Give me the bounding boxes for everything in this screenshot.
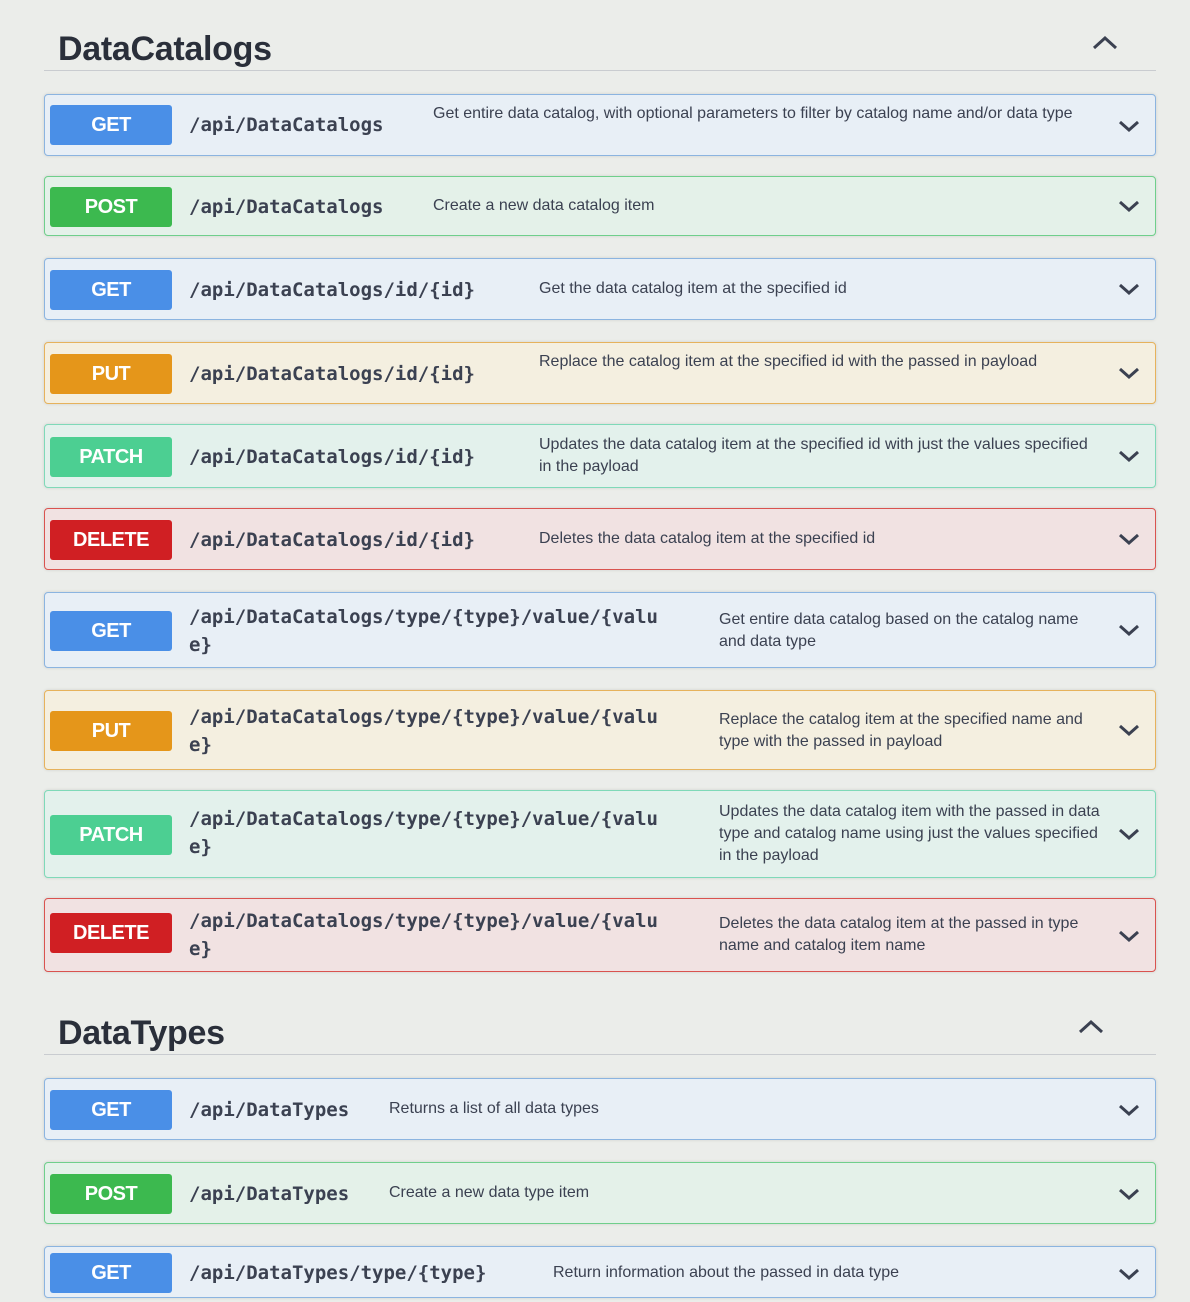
operation-description: Replace the catalog item at the specifie… [539, 353, 1038, 370]
operation-get-datatypes[interactable]: GET /api/DataTypes Returns a list of all… [44, 1078, 1156, 1140]
method-badge: DELETE [50, 913, 172, 953]
operation-get-datacatalogs[interactable]: GET /api/DataCatalogs Get entire data ca… [44, 94, 1156, 156]
operation-path: /api/DataCatalogs/id/{id} [189, 279, 475, 301]
operation-description: Get entire data catalog, with optional p… [433, 105, 1073, 122]
operation-description: Get the data catalog item at the specifi… [539, 280, 847, 297]
operation-description: Return information about the passed in d… [553, 1264, 899, 1281]
method-badge: DELETE [50, 520, 172, 560]
operation-path: /api/DataCatalogs/type/{type}/value/{val… [189, 606, 658, 656]
method-badge: GET [50, 270, 172, 310]
chevron-down-icon[interactable] [1115, 1263, 1143, 1285]
operation-get-datacatalogs-id[interactable]: GET /api/DataCatalogs/id/{id} Get the da… [44, 258, 1156, 320]
operation-description: Updates the data catalog item at the spe… [539, 436, 1088, 475]
operation-path: /api/DataCatalogs/type/{type}/value/{val… [189, 706, 658, 756]
method-badge: GET [50, 105, 172, 145]
operation-description: Updates the data catalog item with the p… [719, 803, 1100, 864]
operation-description: Deletes the data catalog item at the spe… [539, 530, 876, 547]
method-badge: PUT [50, 711, 172, 751]
operation-path: /api/DataTypes/type/{type} [189, 1262, 487, 1284]
chevron-down-icon[interactable] [1115, 823, 1143, 845]
operation-get-datatypes-type[interactable]: GET /api/DataTypes/type/{type} Return in… [44, 1246, 1156, 1298]
operation-path: /api/DataCatalogs/id/{id} [189, 363, 475, 385]
operation-path: /api/DataCatalogs [189, 196, 384, 218]
operation-patch-datacatalogs-id[interactable]: PATCH /api/DataCatalogs/id/{id} Updates … [44, 424, 1156, 488]
operation-path: /api/DataCatalogs/type/{type}/value/{val… [189, 808, 658, 858]
operation-post-datacatalogs[interactable]: POST /api/DataCatalogs Create a new data… [44, 176, 1156, 236]
method-badge: GET [50, 1090, 172, 1130]
method-badge: PATCH [50, 815, 172, 855]
operation-put-datacatalogs-type-value[interactable]: PUT /api/DataCatalogs/type/{type}/value/… [44, 690, 1156, 770]
section-header-datatypes[interactable]: DataTypes [44, 994, 1156, 1055]
method-badge: GET [50, 611, 172, 651]
operation-description: Create a new data type item [389, 1184, 590, 1201]
method-badge: POST [50, 187, 172, 227]
operation-description: Create a new data catalog item [433, 197, 655, 214]
method-badge: PUT [50, 354, 172, 394]
method-badge: GET [50, 1253, 172, 1293]
operation-path: /api/DataTypes [189, 1099, 350, 1121]
chevron-down-icon[interactable] [1115, 1099, 1143, 1121]
operation-path: /api/DataCatalogs/type/{type}/value/{val… [189, 910, 658, 960]
operation-delete-datacatalogs-id[interactable]: DELETE /api/DataCatalogs/id/{id} Deletes… [44, 508, 1156, 570]
method-badge: PATCH [50, 437, 172, 477]
chevron-down-icon[interactable] [1115, 362, 1143, 384]
chevron-down-icon[interactable] [1115, 619, 1143, 641]
chevron-down-icon[interactable] [1115, 719, 1143, 741]
operation-path: /api/DataCatalogs [189, 114, 384, 136]
chevron-down-icon[interactable] [1115, 925, 1143, 947]
method-badge: POST [50, 1174, 172, 1214]
operation-path: /api/DataTypes [189, 1183, 350, 1205]
operation-description: Returns a list of all data types [389, 1100, 599, 1117]
operation-path: /api/DataCatalogs/id/{id} [189, 529, 475, 551]
operation-delete-datacatalogs-type-value[interactable]: DELETE /api/DataCatalogs/type/{type}/val… [44, 898, 1156, 972]
chevron-down-icon[interactable] [1115, 278, 1143, 300]
chevron-down-icon[interactable] [1115, 445, 1143, 467]
section-title: DataTypes [58, 1014, 225, 1052]
chevron-up-icon[interactable] [1088, 28, 1122, 58]
chevron-down-icon[interactable] [1115, 195, 1143, 217]
operation-description: Replace the catalog item at the specifie… [719, 711, 1083, 750]
swagger-page: DataCatalogs GET /api/DataCatalogs Get e… [0, 0, 1190, 1302]
section-header-datacatalogs[interactable]: DataCatalogs [44, 10, 1156, 71]
operation-description: Deletes the data catalog item at the pas… [719, 915, 1079, 954]
chevron-up-icon[interactable] [1074, 1012, 1108, 1042]
chevron-down-icon[interactable] [1115, 1183, 1143, 1205]
operation-description: Get entire data catalog based on the cat… [719, 611, 1079, 650]
section-title: DataCatalogs [58, 30, 272, 68]
operation-post-datatypes[interactable]: POST /api/DataTypes Create a new data ty… [44, 1162, 1156, 1224]
operation-put-datacatalogs-id[interactable]: PUT /api/DataCatalogs/id/{id} Replace th… [44, 342, 1156, 404]
operation-get-datacatalogs-type-value[interactable]: GET /api/DataCatalogs/type/{type}/value/… [44, 592, 1156, 668]
operation-path: /api/DataCatalogs/id/{id} [189, 446, 475, 468]
chevron-down-icon[interactable] [1115, 115, 1143, 137]
operation-patch-datacatalogs-type-value[interactable]: PATCH /api/DataCatalogs/type/{type}/valu… [44, 790, 1156, 878]
chevron-down-icon[interactable] [1115, 528, 1143, 550]
